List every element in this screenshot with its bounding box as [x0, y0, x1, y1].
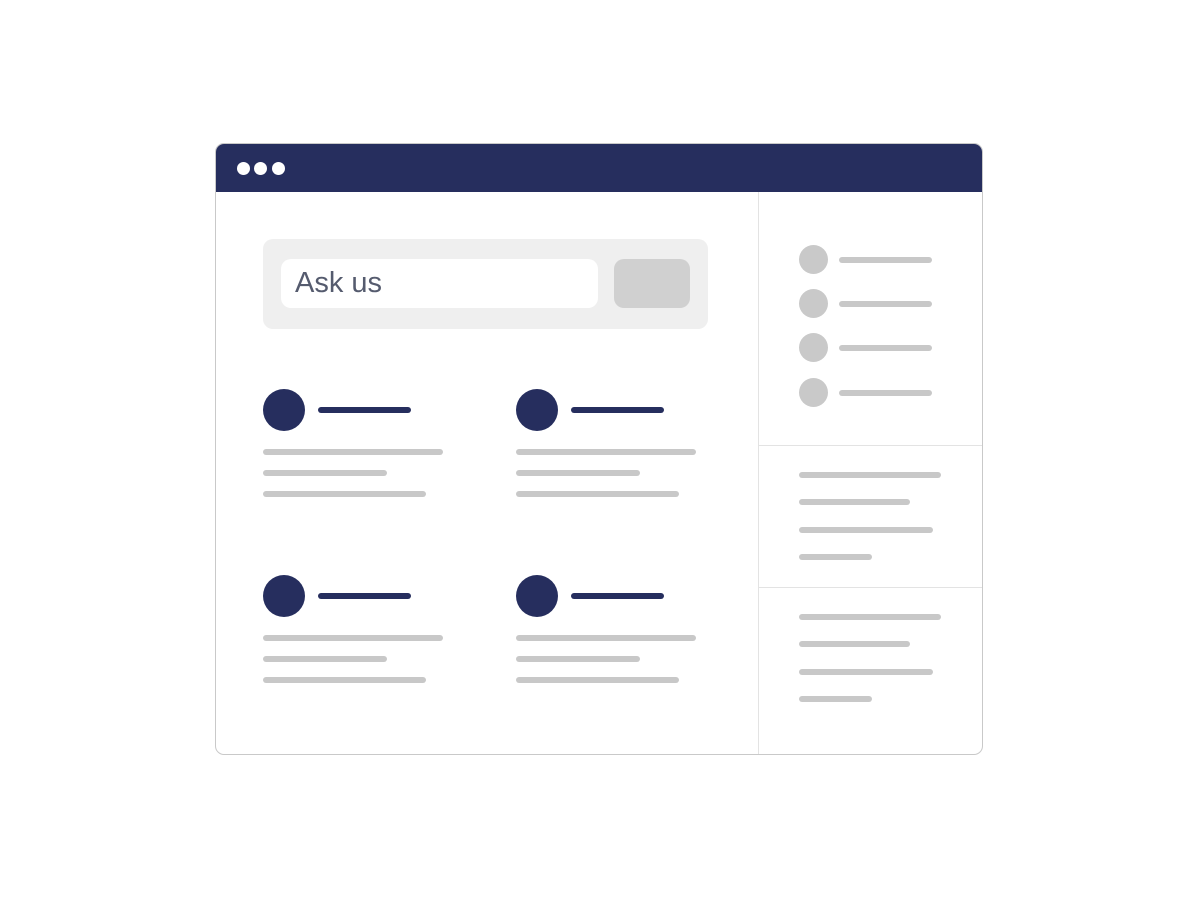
topic-card[interactable] — [263, 575, 463, 695]
search-panel — [263, 239, 708, 329]
text-line — [799, 499, 910, 505]
card-text-line — [516, 470, 640, 476]
card-avatar-icon — [516, 389, 558, 431]
browser-window — [215, 143, 983, 755]
list-item[interactable] — [839, 345, 932, 351]
card-text-line — [516, 656, 640, 662]
window-dot-minimize[interactable] — [254, 162, 267, 175]
sidebar — [758, 192, 982, 754]
card-title-placeholder — [318, 593, 411, 599]
text-line — [799, 669, 933, 675]
text-line — [799, 554, 872, 560]
search-input[interactable] — [281, 259, 598, 308]
card-title-placeholder — [571, 593, 664, 599]
card-title-placeholder — [571, 407, 664, 413]
list-avatar-icon — [799, 378, 828, 407]
card-text-line — [263, 470, 387, 476]
topic-card[interactable] — [516, 575, 716, 695]
text-line — [799, 527, 933, 533]
card-text-line — [263, 677, 426, 683]
card-text-line — [516, 449, 696, 455]
card-avatar-icon — [516, 575, 558, 617]
main-content — [216, 192, 758, 754]
topic-card[interactable] — [516, 389, 716, 509]
window-dot-close[interactable] — [237, 162, 250, 175]
topic-card[interactable] — [263, 389, 463, 509]
search-button[interactable] — [614, 259, 690, 308]
card-text-line — [516, 677, 679, 683]
card-text-line — [263, 656, 387, 662]
card-text-line — [263, 449, 443, 455]
card-title-placeholder — [318, 407, 411, 413]
sidebar-text-block — [759, 588, 982, 754]
card-text-line — [516, 635, 696, 641]
list-item[interactable] — [839, 301, 932, 307]
text-line — [799, 614, 941, 620]
card-text-line — [263, 491, 426, 497]
window-titlebar — [216, 144, 982, 192]
text-line — [799, 641, 910, 647]
list-item[interactable] — [839, 257, 932, 263]
card-avatar-icon — [263, 389, 305, 431]
list-avatar-icon — [799, 289, 828, 318]
card-text-line — [516, 491, 679, 497]
sidebar-text-block — [759, 446, 982, 588]
text-line — [799, 472, 941, 478]
card-avatar-icon — [263, 575, 305, 617]
list-item[interactable] — [839, 390, 932, 396]
list-avatar-icon — [799, 245, 828, 274]
list-avatar-icon — [799, 333, 828, 362]
text-line — [799, 696, 872, 702]
sidebar-list — [759, 192, 982, 446]
card-text-line — [263, 635, 443, 641]
window-dot-maximize[interactable] — [272, 162, 285, 175]
